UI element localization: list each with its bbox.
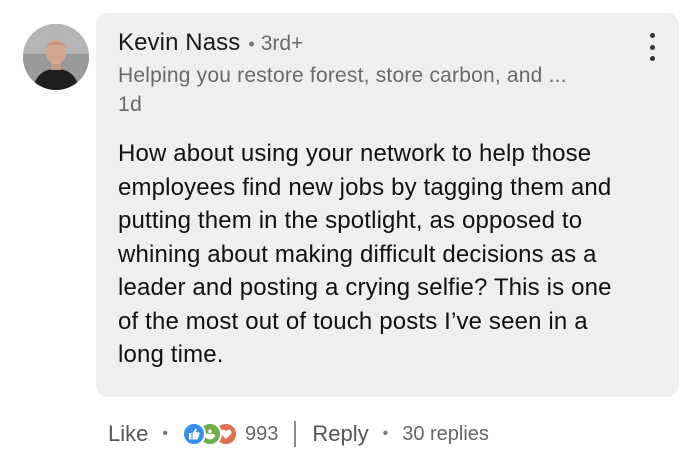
action-divider: [294, 421, 297, 447]
avatar[interactable]: [23, 24, 89, 90]
comment-bubble: Kevin Nass • 3rd+ Helping you restore fo…: [96, 13, 679, 397]
reply-button[interactable]: Reply: [312, 421, 368, 447]
comment-actions: Like • 993 Reply • 30 replies: [108, 418, 489, 450]
reaction-count: 993: [244, 422, 279, 445]
author-line: Kevin Nass • 3rd+: [118, 29, 303, 57]
bullet-separator: •: [382, 425, 389, 442]
like-button[interactable]: Like: [108, 421, 148, 447]
replies-count-link[interactable]: 30 replies: [402, 423, 489, 446]
bullet-separator: •: [162, 425, 168, 442]
comment-text: How about using your network to help tho…: [118, 140, 612, 368]
author-name[interactable]: Kevin Nass: [118, 29, 240, 57]
reactions-summary[interactable]: 993: [181, 422, 279, 446]
menu-dot: [649, 56, 655, 61]
menu-dot: [649, 33, 655, 38]
comment-timestamp: 1d: [118, 93, 143, 116]
author-headline: Helping you restore forest, store carbon…: [118, 64, 567, 87]
connection-degree: 3rd+: [260, 32, 304, 55]
more-options-icon[interactable]: [647, 33, 657, 61]
menu-dot: [649, 44, 655, 50]
like-reaction-icon: [181, 422, 206, 446]
avatar-photo: [23, 24, 89, 90]
bullet-separator: •: [248, 34, 255, 54]
